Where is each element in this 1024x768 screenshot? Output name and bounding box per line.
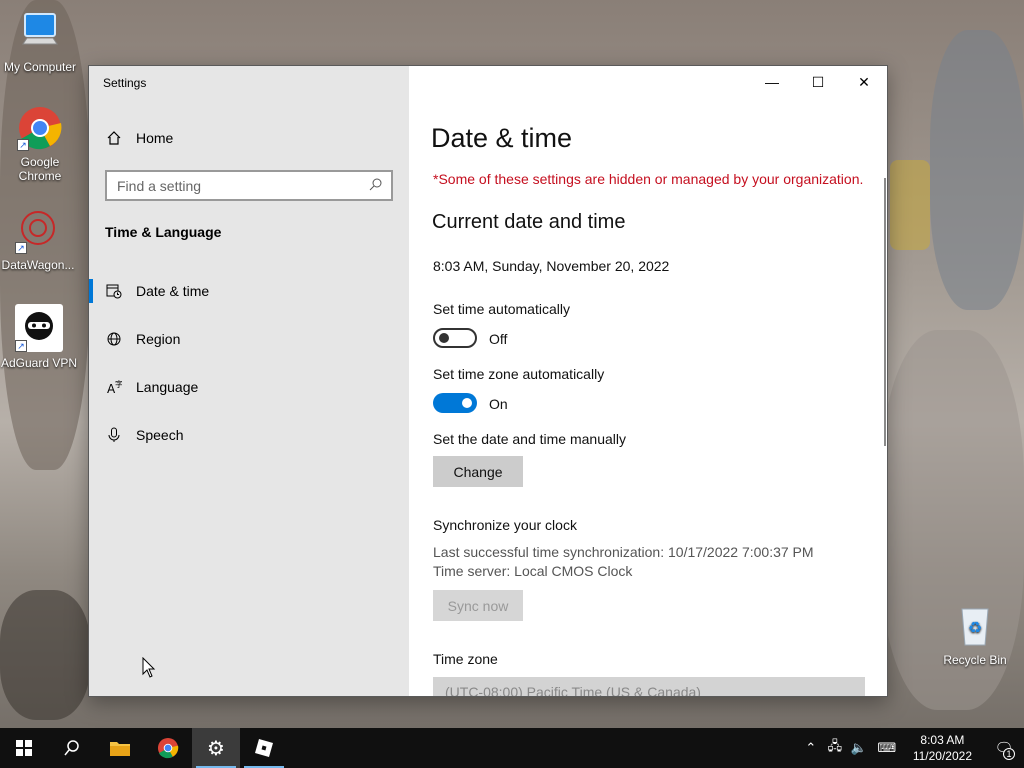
auto-time-state: Off [489,331,508,347]
timezone-label: Time zone [433,651,498,667]
desktop-icon-datawagon[interactable]: ↗ DataWagon... [0,208,78,272]
shortcut-arrow-icon: ↗ [17,139,29,151]
sync-now-button[interactable]: Sync now [433,590,523,621]
clock-date: 11/20/2022 [912,749,972,763]
taskbar-chrome[interactable] [144,728,192,768]
taskbar-settings[interactable]: ⚙ [192,728,240,768]
taskbar-clock[interactable]: 8:03 AM 11/20/2022 [913,732,972,764]
volume-icon[interactable]: 🔈 [847,740,871,756]
current-date-heading: Current date and time [432,211,626,233]
sync-heading: Synchronize your clock [433,517,577,533]
start-button[interactable] [0,728,48,768]
managed-by-org-notice: *Some of these settings are hidden or ma… [433,171,864,187]
search-icon [369,177,383,194]
section-heading: Time & Language [105,224,222,240]
auto-zone-state: On [489,396,508,412]
chrome-icon: ↗ [17,105,63,151]
maximize-button[interactable]: ☐ [795,66,841,98]
search-input[interactable]: Find a setting [105,170,393,201]
computer-icon [17,10,63,56]
maximize-icon: ☐ [811,73,825,90]
gear-icon: ⚙ [207,737,225,760]
window-title: Settings [103,76,147,90]
taskbar-file-explorer[interactable] [96,728,144,768]
nav-item-label: Language [136,379,199,395]
folder-icon [110,742,130,756]
system-tray: ⌃ 🖧 🔈 ⌨ 8:03 AM 11/20/2022 🗨 1 [799,728,1024,768]
close-button[interactable]: ✕ [841,66,887,98]
taskbar: ⚙ ⌃ 🖧 🔈 ⌨ 8:03 AM 11/20/2022 🗨 1 [0,728,1024,768]
chrome-icon [157,737,179,759]
recycle-bin-icon: ♻ [952,603,998,649]
clock-time: 8:03 AM [920,733,965,747]
taskbar-search-button[interactable] [48,728,96,768]
desktop-icon-label: AdGuard VPN [0,356,78,370]
network-icon[interactable]: 🖧 [823,737,847,759]
window-controls: — ☐ ✕ [749,66,887,98]
timezone-select[interactable]: (UTC-08:00) Pacific Time (US & Canada) [433,677,865,697]
timezone-value: (UTC-08:00) Pacific Time (US & Canada) [445,684,701,697]
shortcut-arrow-icon: ↗ [15,242,27,254]
minimize-button[interactable]: — [749,66,795,98]
datawagon-icon: ↗ [15,208,61,254]
globe-icon [106,331,122,347]
search-icon [64,740,79,756]
adguard-vpn-icon: ↗ [15,304,63,352]
current-date-value: 8:03 AM, Sunday, November 20, 2022 [433,258,670,274]
chevron-up-icon[interactable]: ⌃ [799,740,823,756]
microphone-icon [106,427,122,443]
desktop-icon-label: Recycle Bin [943,653,1007,667]
windows-icon [16,740,32,756]
wallpaper-shape [0,590,90,720]
taskbar-roblox[interactable] [240,728,288,768]
language-icon: A字 [106,379,122,395]
nav-item-language[interactable]: A字 Language [89,367,409,407]
settings-window: Settings Home Find a setting Time & Lang… [88,65,888,697]
wallpaper-shape [890,160,930,250]
auto-time-label: Set time automatically [433,301,570,317]
auto-zone-toggle[interactable] [433,393,477,413]
desktop-icon-adguard-vpn[interactable]: ↗ AdGuard VPN [0,304,79,370]
toggle-knob [462,398,472,408]
nav-item-label: Region [136,331,181,347]
desktop-icon-label: My Computer [3,60,77,74]
nav-home-label: Home [136,130,174,146]
close-icon: ✕ [858,73,870,90]
nav-item-speech[interactable]: Speech [89,415,409,455]
auto-time-toggle[interactable] [433,328,477,348]
toggle-knob [439,333,449,343]
change-button[interactable]: Change [433,456,523,487]
nav-item-region[interactable]: Region [89,319,409,359]
roblox-icon [255,739,273,757]
search-placeholder: Find a setting [117,177,202,194]
nav-home[interactable]: Home [89,118,409,158]
svg-text:♻: ♻ [968,620,982,637]
desktop-icon-label: DataWagon... [1,258,75,272]
settings-content: — ☐ ✕ Date & time *Some of these setting… [409,66,887,696]
nav-item-date-time[interactable]: Date & time [89,271,409,311]
notification-center-button[interactable]: 🗨 1 [984,728,1024,768]
desktop-icon-label: Google Chrome [18,155,62,183]
desktop-icon-my-computer[interactable]: My Computer [0,10,80,74]
svg-text:字: 字 [115,379,122,389]
calendar-clock-icon [106,283,122,299]
time-server-text: Time server: Local CMOS Clock [433,563,633,579]
manual-time-label: Set the date and time manually [433,431,627,447]
keyboard-icon[interactable]: ⌨ [871,740,903,756]
shortcut-arrow-icon: ↗ [15,340,27,352]
desktop-icon-google-chrome[interactable]: ↗ Google Chrome [0,105,80,183]
nav-item-label: Speech [136,427,184,443]
home-icon [106,130,122,146]
page-title: Date & time [431,123,573,153]
mouse-cursor-icon [142,656,156,684]
nav-item-label: Date & time [136,283,210,299]
last-sync-text: Last successful time synchronization: 10… [433,544,814,560]
scrollbar[interactable] [884,178,886,446]
minimize-icon: — [765,74,779,90]
desktop-icon-recycle-bin[interactable]: ♻ Recycle Bin [935,603,1015,667]
notification-count-badge: 1 [1003,748,1015,760]
auto-zone-label: Set time zone automatically [433,366,605,382]
settings-sidebar: Settings Home Find a setting Time & Lang… [89,66,409,696]
wallpaper-shape [930,30,1024,310]
